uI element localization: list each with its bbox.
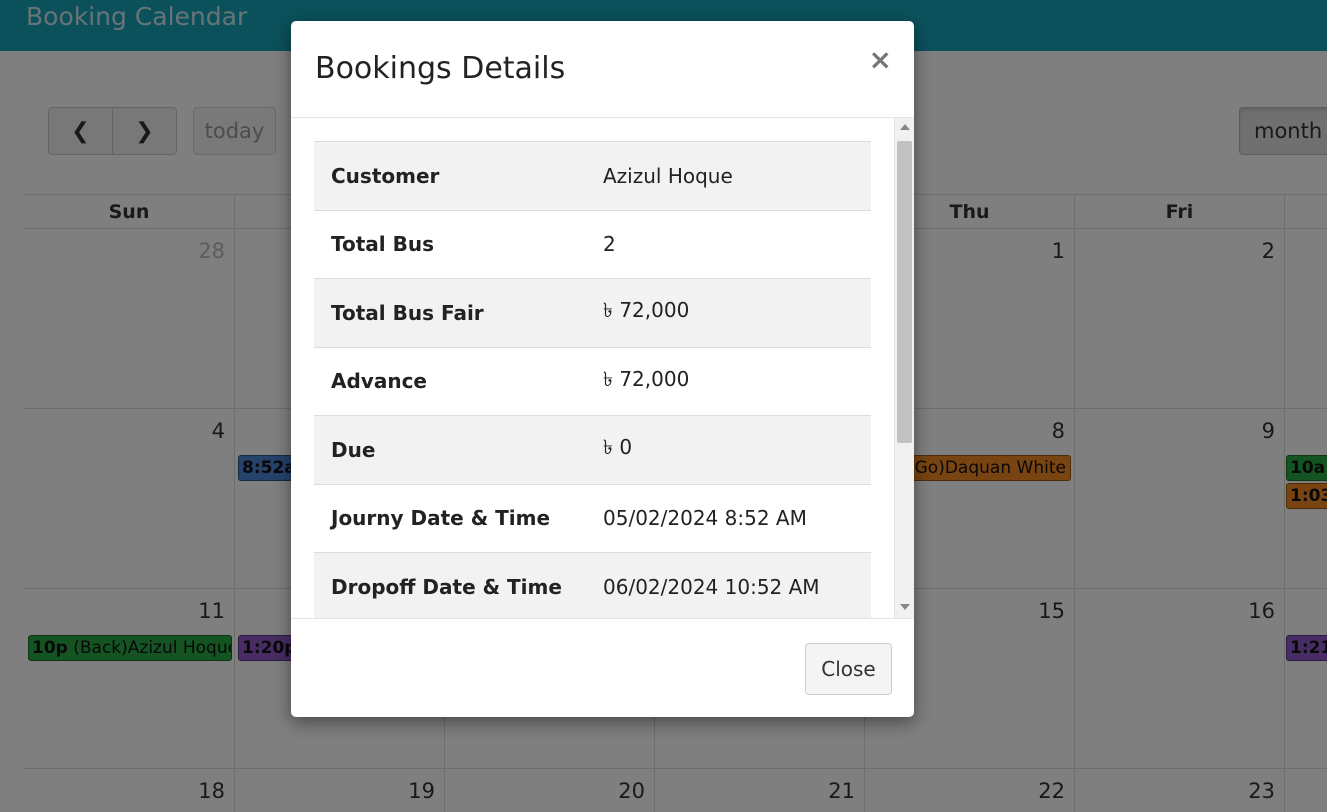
modal-scrollbar[interactable] [894, 118, 914, 618]
detail-value: 06/02/2024 10:52 AM [603, 575, 820, 599]
detail-label: Total Bus Fair [331, 300, 484, 325]
detail-label: Advance [331, 369, 427, 394]
table-row: Total Bus Fair ৳ 72,000 [314, 278, 871, 347]
detail-label: Due [331, 437, 376, 462]
table-row: Advance ৳ 72,000 [314, 347, 871, 416]
detail-value: ৳ 72,000 [603, 366, 690, 391]
close-icon[interactable]: × [869, 46, 892, 74]
table-row: Total Bus 2 [314, 210, 871, 279]
detail-label: Journy Date & Time [331, 506, 551, 531]
table-row: Journy Date & Time 05/02/2024 8:52 AM [314, 484, 871, 553]
modal-header: Bookings Details × [291, 21, 914, 118]
booking-details-modal: Bookings Details × Customer Azizul Hoque… [291, 21, 914, 717]
close-button[interactable]: Close [805, 643, 892, 695]
detail-value: ৳ 72,000 [603, 298, 690, 323]
detail-value: ৳ 0 [603, 435, 633, 460]
detail-label: Total Bus [331, 232, 434, 257]
modal-footer: Close [291, 618, 914, 717]
detail-value: Azizul Hoque [603, 163, 733, 188]
booking-details-table: Customer Azizul Hoque Total Bus 2 Total … [314, 141, 871, 618]
detail-value: 2 [603, 232, 616, 257]
scroll-down-arrow-icon[interactable] [900, 604, 910, 610]
detail-label: Dropoff Date & Time [331, 575, 562, 599]
detail-label: Customer [331, 163, 440, 188]
modal-title: Bookings Details [315, 51, 566, 86]
table-row: Due ৳ 0 [314, 415, 871, 484]
modal-body[interactable]: Customer Azizul Hoque Total Bus 2 Total … [291, 118, 914, 618]
scrollbar-thumb[interactable] [897, 141, 912, 443]
table-row: Customer Azizul Hoque [314, 141, 871, 210]
detail-value: 05/02/2024 8:52 AM [603, 506, 807, 531]
table-row: Dropoff Date & Time 06/02/2024 10:52 AM [314, 552, 871, 618]
scroll-up-arrow-icon[interactable] [900, 124, 910, 130]
